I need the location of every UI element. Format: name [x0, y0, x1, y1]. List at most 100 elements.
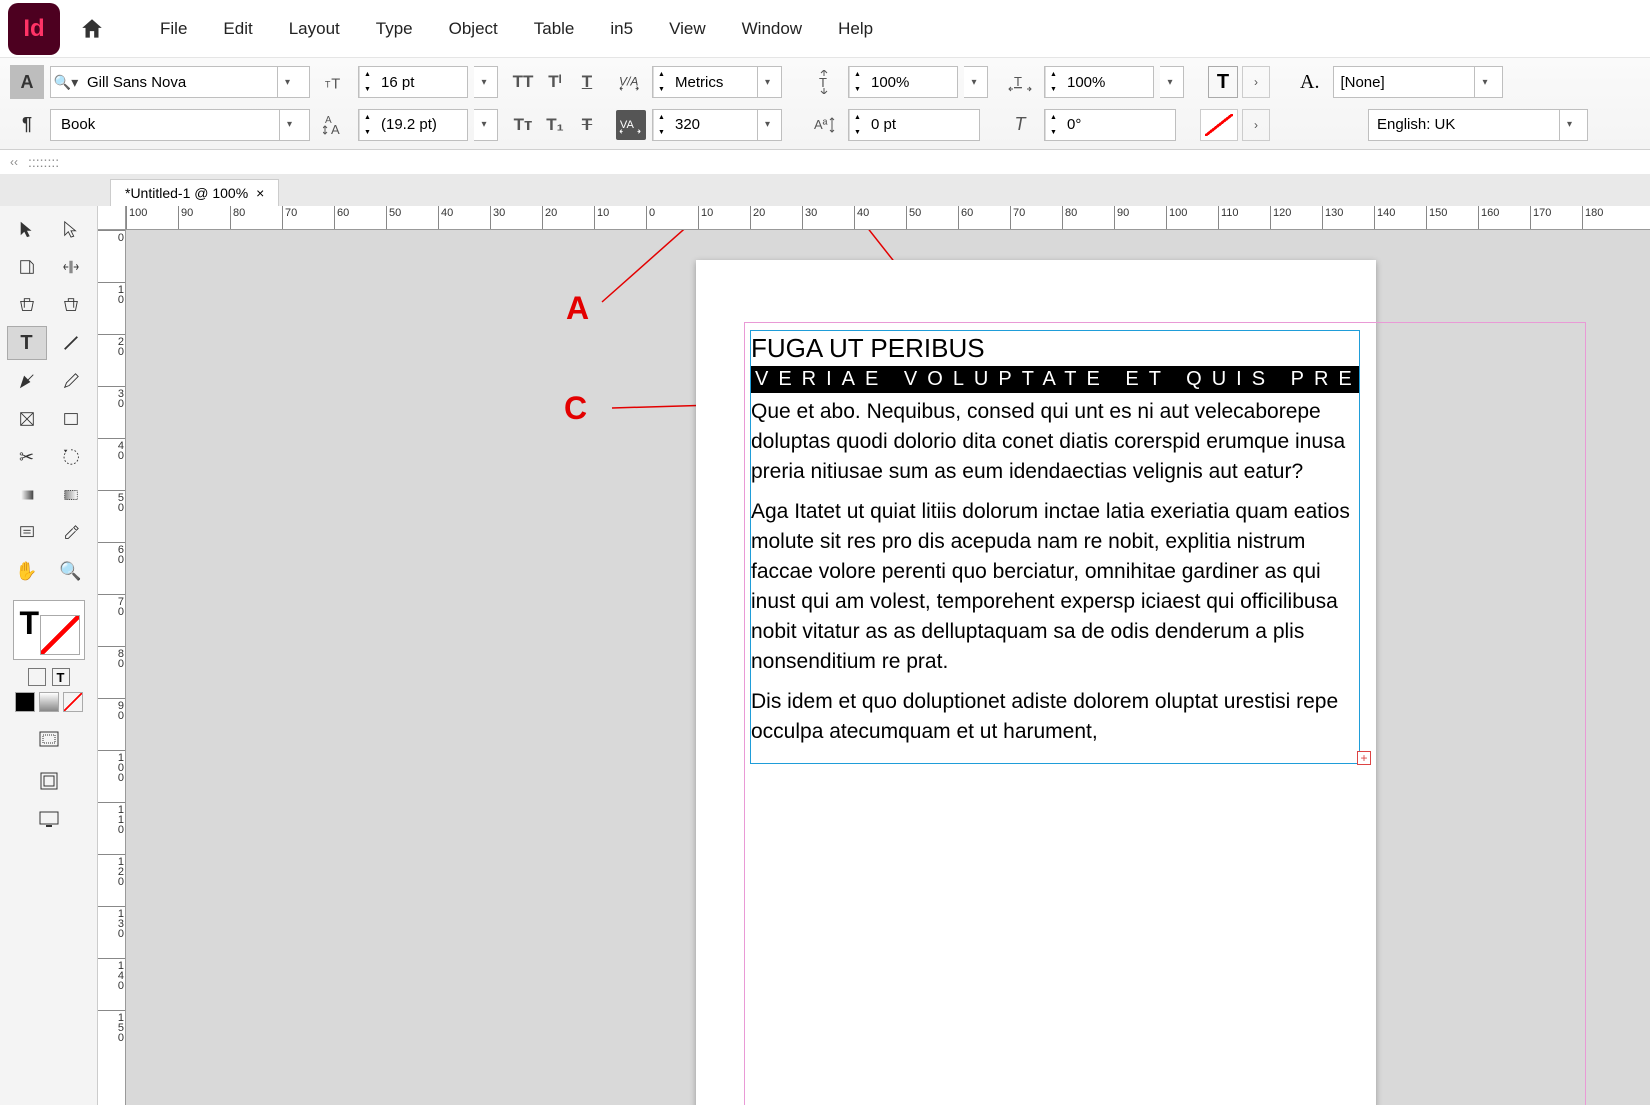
direct-selection-tool[interactable]: [51, 212, 91, 246]
font-size-preset-dropdown[interactable]: ▾: [474, 66, 498, 98]
close-tab-button[interactable]: ×: [256, 185, 264, 201]
menu-window[interactable]: Window: [724, 0, 820, 57]
stroke-flyout-button[interactable]: ›: [1242, 109, 1270, 141]
vertical-ruler[interactable]: 0102030405060708090100110120130140150: [98, 230, 126, 1105]
content-collector-tool[interactable]: [7, 288, 47, 322]
menu-table[interactable]: Table: [516, 0, 593, 57]
menu-help[interactable]: Help: [820, 0, 891, 57]
menu-type[interactable]: Type: [358, 0, 431, 57]
kerning-input[interactable]: [669, 67, 757, 97]
horizontal-ruler[interactable]: 1009080706050403020100102030405060708090…: [126, 206, 1650, 230]
apply-none-button[interactable]: [63, 692, 83, 712]
menu-edit[interactable]: Edit: [205, 0, 270, 57]
char-style-input[interactable]: [1334, 67, 1474, 97]
ruler-origin[interactable]: [98, 206, 126, 230]
leading-preset-dropdown[interactable]: ▾: [474, 109, 498, 141]
apply-color-button[interactable]: [15, 692, 35, 712]
small-caps-button[interactable]: Tᴵ: [540, 67, 570, 97]
font-size-input[interactable]: [375, 67, 445, 97]
pen-tool[interactable]: [7, 364, 47, 398]
skew-input[interactable]: [1061, 110, 1161, 140]
free-transform-tool[interactable]: [51, 440, 91, 474]
language-dropdown[interactable]: ▾: [1559, 110, 1579, 140]
text-fill-proxy[interactable]: T: [1208, 66, 1238, 98]
kerning-dropdown[interactable]: ▾: [757, 67, 777, 97]
text-stroke-proxy[interactable]: [1200, 109, 1238, 141]
vscale-preset-dropdown[interactable]: ▾: [964, 66, 988, 98]
format-text-button[interactable]: T: [52, 668, 70, 686]
subscript-button[interactable]: Tᴛ: [508, 110, 538, 140]
note-tool[interactable]: [7, 516, 47, 550]
menu-in5[interactable]: in5: [592, 0, 651, 57]
fill-stroke-swatch[interactable]: T: [13, 600, 85, 660]
horizontal-scale-field[interactable]: ▲▼: [1044, 66, 1154, 98]
font-family-input[interactable]: [81, 67, 277, 97]
language-input[interactable]: [1369, 110, 1559, 140]
tracking-dropdown[interactable]: ▾: [757, 110, 777, 140]
rectangle-tool[interactable]: [51, 402, 91, 436]
body-text[interactable]: Que et abo. Nequibus, consed qui unt es …: [751, 393, 1359, 761]
leading-field[interactable]: ▲▼: [358, 109, 468, 141]
menu-file[interactable]: File: [142, 0, 205, 57]
tracking-field[interactable]: ▲▼ ▾: [652, 109, 782, 141]
apply-gradient-button[interactable]: [39, 692, 59, 712]
zoom-tool[interactable]: 🔍: [51, 554, 91, 588]
home-button[interactable]: [72, 9, 112, 49]
baseline-shift-input[interactable]: [865, 110, 965, 140]
tracking-input[interactable]: [669, 110, 757, 140]
type-tool[interactable]: T: [7, 326, 47, 360]
heading-text[interactable]: FUGA UT PERIBUS: [751, 331, 1359, 366]
baseline-shift-field[interactable]: ▲▼: [848, 109, 980, 141]
menu-view[interactable]: View: [651, 0, 724, 57]
gap-tool[interactable]: [51, 250, 91, 284]
char-style-dropdown[interactable]: ▾: [1474, 67, 1494, 97]
all-caps-button[interactable]: TT: [508, 67, 538, 97]
screen-mode-button[interactable]: [34, 806, 64, 832]
panel-collapse-strip[interactable]: ‹‹ ::::::::: [0, 150, 1650, 174]
text-frame[interactable]: FUGA UT PERIBUS VERIAE VOLUPTATE ET QUIS…: [750, 330, 1360, 764]
font-size-field[interactable]: ▲▼: [358, 66, 468, 98]
font-style-input[interactable]: [51, 110, 279, 140]
kerning-field[interactable]: ▲▼ ▾: [652, 66, 782, 98]
line-tool[interactable]: [51, 326, 91, 360]
format-container-button[interactable]: [28, 668, 46, 686]
vertical-scale-input[interactable]: [865, 67, 935, 97]
pencil-tool[interactable]: [51, 364, 91, 398]
font-style-dropdown[interactable]: ▾: [279, 110, 299, 140]
document-tab[interactable]: *Untitled-1 @ 100% ×: [110, 179, 279, 206]
body-paragraph-2[interactable]: Aga Itatet ut quiat litiis dolorum incta…: [751, 497, 1359, 677]
language-field[interactable]: ▾: [1368, 109, 1588, 141]
view-mode-preview[interactable]: [29, 764, 69, 798]
hscale-preset-dropdown[interactable]: ▾: [1160, 66, 1184, 98]
body-paragraph-1[interactable]: Que et abo. Nequibus, consed qui unt es …: [751, 397, 1359, 487]
underline-button[interactable]: T₁: [540, 110, 570, 140]
horizontal-scale-input[interactable]: [1061, 67, 1131, 97]
page-tool[interactable]: [7, 250, 47, 284]
selected-subheading-text[interactable]: VERIAE VOLUPTATE ET QUIS PREM: [751, 366, 1359, 393]
selection-tool[interactable]: [7, 212, 47, 246]
font-family-dropdown[interactable]: ▾: [277, 67, 297, 97]
scissors-tool[interactable]: ✂: [7, 440, 47, 474]
menu-object[interactable]: Object: [431, 0, 516, 57]
fill-flyout-button[interactable]: ›: [1242, 66, 1270, 98]
body-paragraph-3[interactable]: Dis idem et quo doluptionet adiste dolor…: [751, 687, 1359, 747]
menu-layout[interactable]: Layout: [271, 0, 358, 57]
eyedropper-tool[interactable]: [51, 516, 91, 550]
leading-input[interactable]: [375, 110, 445, 140]
canvas-area[interactable]: 1009080706050403020100102030405060708090…: [98, 206, 1650, 1105]
char-style-field[interactable]: ▾: [1333, 66, 1503, 98]
document-page[interactable]: FUGA UT PERIBUS VERIAE VOLUPTATE ET QUIS…: [696, 260, 1376, 1105]
character-mode-button[interactable]: A: [10, 65, 44, 99]
skew-field[interactable]: ▲▼: [1044, 109, 1176, 141]
superscript-button[interactable]: T: [572, 67, 602, 97]
font-family-field[interactable]: 🔍▾ ▾: [50, 66, 310, 98]
gradient-feather-tool[interactable]: [51, 478, 91, 512]
rectangle-frame-tool[interactable]: [7, 402, 47, 436]
view-mode-normal[interactable]: [29, 722, 69, 756]
paragraph-mode-button[interactable]: ¶: [10, 108, 44, 142]
overset-text-indicator[interactable]: +: [1357, 751, 1371, 765]
font-style-field[interactable]: ▾: [50, 109, 310, 141]
content-placer-tool[interactable]: [51, 288, 91, 322]
vertical-scale-field[interactable]: ▲▼: [848, 66, 958, 98]
hand-tool[interactable]: ✋: [7, 554, 47, 588]
